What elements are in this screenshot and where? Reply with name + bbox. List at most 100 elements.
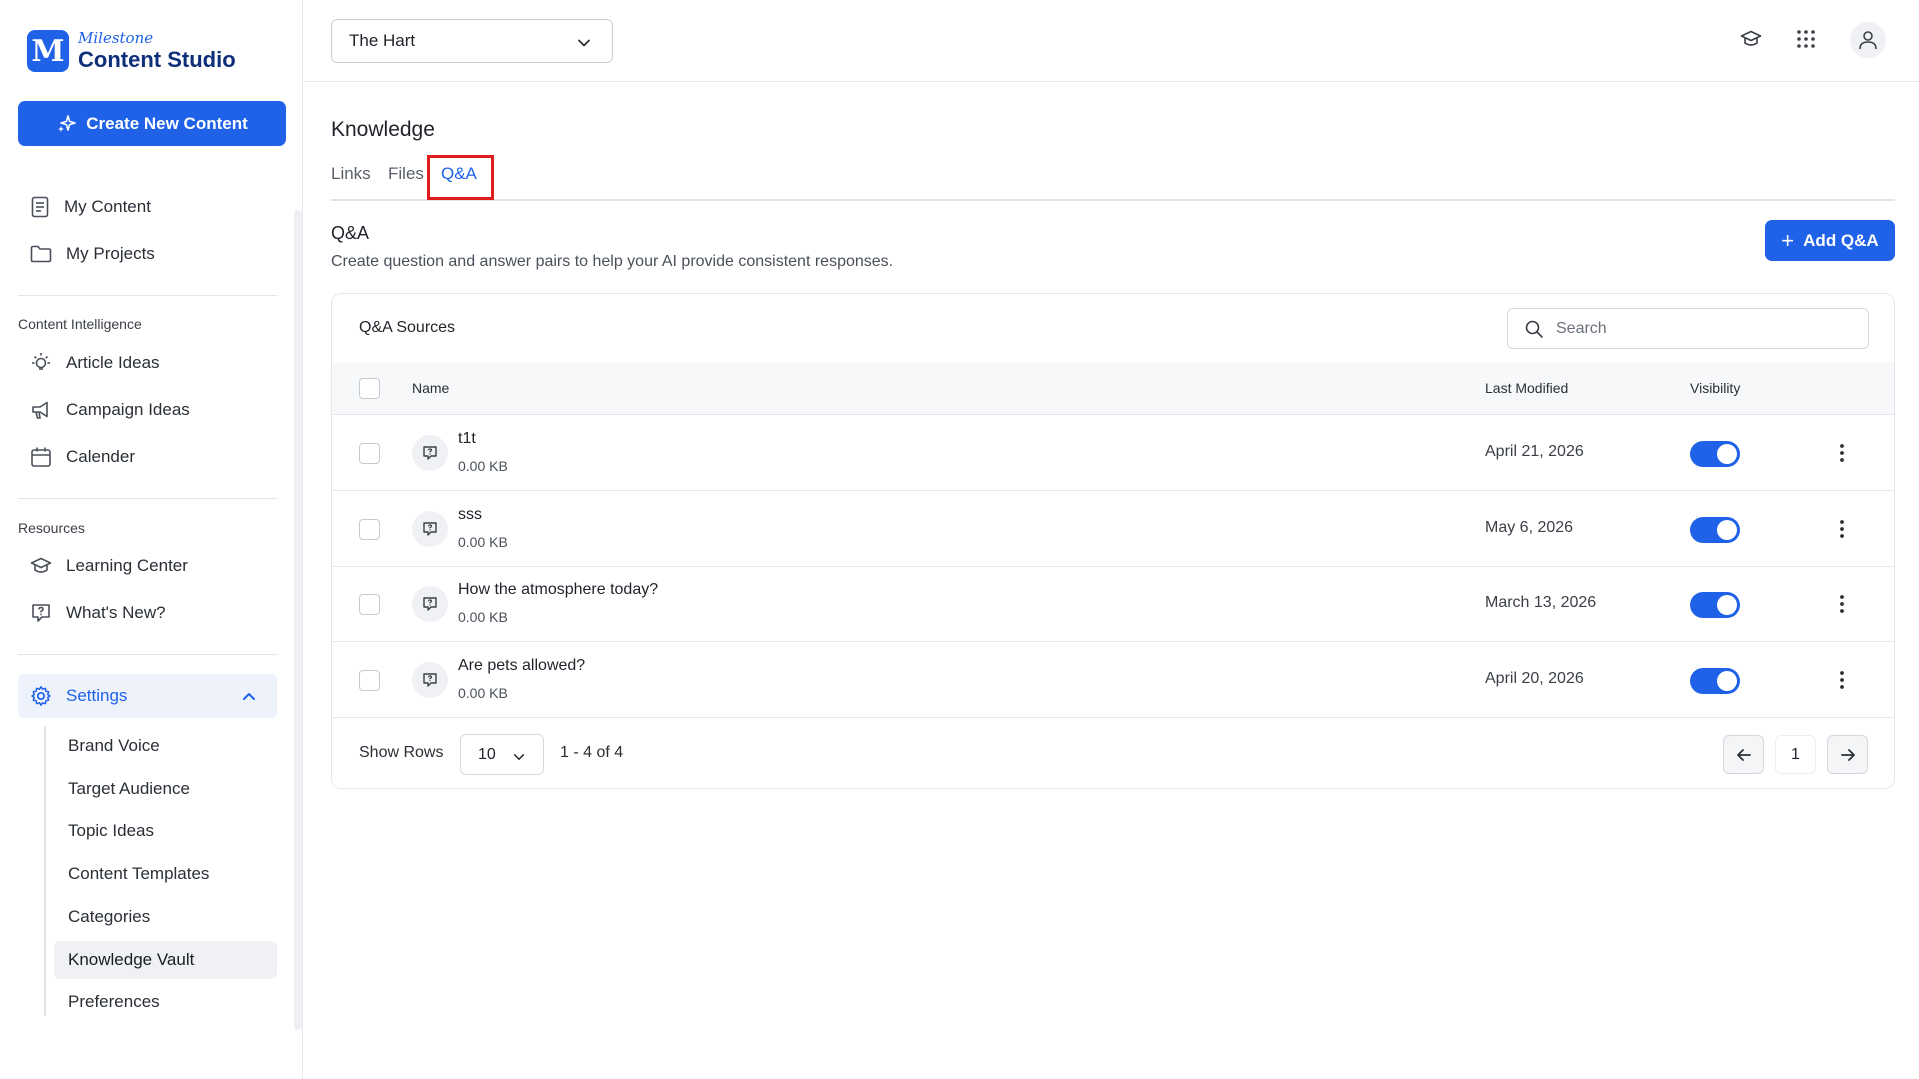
row-checkbox[interactable]	[359, 518, 380, 540]
user-avatar[interactable]	[1850, 22, 1886, 58]
sidebar-item-label: My Projects	[66, 244, 155, 263]
arrow-right-icon	[1840, 748, 1855, 761]
table-row[interactable]: Are pets allowed? 0.00 KB April 20, 2026	[332, 643, 1894, 718]
sidebar-scrollbar[interactable]	[294, 210, 302, 1030]
search-input[interactable]: Search	[1507, 308, 1869, 349]
sidebar-divider	[18, 654, 277, 655]
row-checkbox[interactable]	[359, 594, 380, 615]
row-last-modified: March 13, 2026	[1485, 594, 1597, 611]
row-size: 0.00 KB	[458, 609, 508, 625]
settings-item-topic-ideas[interactable]: Topic Ideas	[54, 812, 277, 850]
sidebar-item-label: Calender	[66, 447, 135, 466]
column-visibility: Visibility	[1690, 380, 1741, 396]
settings-item-target-audience[interactable]: Target Audience	[54, 770, 277, 808]
show-rows-label: Show Rows	[359, 744, 444, 761]
row-last-modified: April 21, 2026	[1485, 443, 1584, 460]
graduation-cap-icon	[30, 557, 52, 573]
create-new-content-label: Create New Content	[86, 113, 248, 133]
table-row[interactable]: How the atmosphere today? 0.00 KB March 13…	[332, 567, 1894, 642]
logo-subtitle: Milestone	[78, 29, 154, 47]
sidebar-item-my-content[interactable]: My Content	[30, 189, 151, 225]
sidebar-item-label: My Content	[64, 197, 151, 216]
current-page[interactable]: 1	[1775, 735, 1816, 774]
table-row[interactable]: sss 0.00 KB May 6, 2026	[332, 492, 1894, 567]
graduation-cap-icon[interactable]	[1740, 28, 1762, 50]
top-bar: The Hart	[304, 0, 1919, 82]
apps-grid-icon[interactable]	[1795, 28, 1817, 50]
sidebar-item-calender[interactable]: Calender	[30, 439, 135, 475]
section-description: Create question and answer pairs to help…	[331, 253, 894, 270]
row-size: 0.00 KB	[458, 533, 508, 550]
column-last-modified[interactable]: Last Modified	[1485, 380, 1568, 396]
chevron-down-icon	[513, 754, 525, 760]
row-size: 0.00 KB	[458, 458, 508, 474]
sidebar-divider	[18, 295, 277, 296]
select-all-checkbox[interactable]	[359, 378, 380, 399]
table-header: Name Last Modified Visibility	[332, 362, 1894, 415]
more-options-icon[interactable]	[1832, 442, 1852, 464]
megaphone-icon	[32, 401, 48, 419]
sidebar-item-label: Campaign Ideas	[66, 400, 190, 419]
previous-page-button[interactable]	[1723, 735, 1764, 774]
sidebar-item-label: Article Ideas	[66, 353, 160, 372]
sidebar: M Milestone Content Studio Create New Co…	[0, 0, 303, 1079]
row-name[interactable]: t1t	[458, 430, 476, 448]
sidebar-item-learning-center[interactable]: Learning Center	[30, 548, 188, 584]
toggle-knob	[1717, 670, 1737, 691]
settings-submenu-line	[44, 726, 46, 1016]
create-new-content-button[interactable]: Create New Content	[18, 101, 286, 146]
rows-per-page-value: 10	[478, 745, 496, 763]
table-row[interactable]: t1t 0.00 KB April 21, 2026	[332, 416, 1894, 491]
settings-item-categories[interactable]: Categories	[54, 898, 277, 936]
visibility-toggle[interactable]	[1690, 592, 1740, 618]
sidebar-item-settings[interactable]: Settings	[18, 674, 277, 718]
question-bubble-icon	[32, 604, 50, 622]
rows-per-page-select[interactable]: 10	[460, 734, 544, 775]
more-options-icon[interactable]	[1832, 518, 1852, 540]
settings-item-content-templates[interactable]: Content Templates	[54, 855, 277, 893]
visibility-toggle[interactable]	[1690, 516, 1740, 543]
app-logo[interactable]: M Milestone Content Studio	[27, 30, 236, 72]
settings-item-brand-voice[interactable]: Brand Voice	[54, 727, 277, 765]
tab-highlight-box	[427, 155, 494, 200]
qa-icon	[412, 661, 448, 698]
sidebar-item-label: What's New?	[66, 603, 166, 622]
row-last-modified: May 6, 2026	[1485, 518, 1574, 536]
tab-links[interactable]: Links	[331, 164, 371, 184]
qa-sources-card: Q&A Sources Search Name Last Modified Vi…	[331, 293, 1895, 789]
settings-item-preferences[interactable]: Preferences	[54, 983, 277, 1021]
row-checkbox[interactable]	[359, 669, 380, 691]
row-size: 0.00 KB	[458, 684, 508, 701]
folder-icon	[30, 245, 52, 263]
add-qa-button[interactable]: + Add Q&A	[1765, 220, 1895, 261]
settings-label: Settings	[66, 686, 128, 705]
content-intelligence-heading: Content Intelligence	[18, 316, 142, 332]
sidebar-item-article-ideas[interactable]: Article Ideas	[30, 345, 160, 381]
more-options-icon[interactable]	[1832, 593, 1852, 615]
more-options-icon[interactable]	[1832, 669, 1852, 691]
pagination-range: 1 - 4 of 4	[560, 744, 624, 761]
search-placeholder: Search	[1556, 319, 1607, 337]
sidebar-item-campaign-ideas[interactable]: Campaign Ideas	[30, 392, 190, 428]
next-page-button[interactable]	[1827, 735, 1868, 774]
brand-selector[interactable]: The Hart	[331, 19, 613, 63]
visibility-toggle[interactable]	[1690, 667, 1740, 694]
sidebar-item-label: Learning Center	[66, 556, 188, 575]
sidebar-divider	[18, 498, 277, 499]
calendar-icon	[31, 447, 51, 467]
sidebar-item-my-projects[interactable]: My Projects	[30, 236, 155, 272]
qa-icon	[412, 586, 448, 622]
visibility-toggle[interactable]	[1690, 441, 1740, 467]
chevron-up-icon[interactable]	[241, 688, 257, 704]
tab-files[interactable]: Files	[388, 164, 424, 184]
column-name[interactable]: Name	[412, 380, 449, 396]
qa-icon	[412, 435, 448, 471]
row-name[interactable]: sss	[458, 506, 482, 524]
row-name[interactable]: Are pets allowed?	[458, 657, 585, 675]
user-icon	[1859, 31, 1877, 50]
sidebar-item-whats-new[interactable]: What's New?	[30, 595, 166, 631]
settings-item-knowledge-vault[interactable]: Knowledge Vault	[54, 941, 277, 979]
row-name[interactable]: How the atmosphere today?	[458, 581, 658, 599]
row-checkbox[interactable]	[359, 443, 380, 464]
toggle-knob	[1717, 519, 1737, 540]
